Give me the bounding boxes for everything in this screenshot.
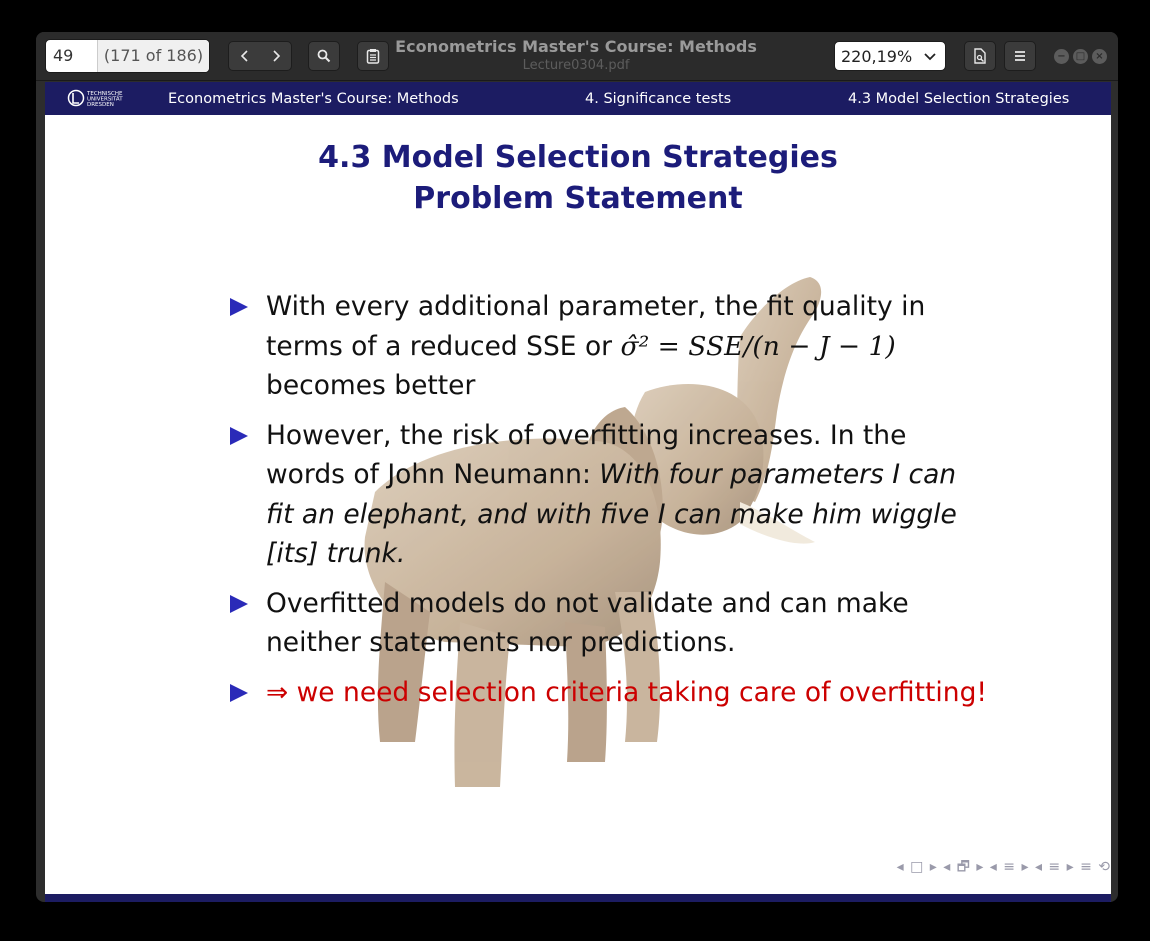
window-title: Econometrics Master's Course: Methods Le… <box>366 36 786 74</box>
minimize-icon: − <box>1057 51 1066 62</box>
header-bar: 49 (171 of 186) Econometrics Master's Co… <box>36 32 1118 81</box>
maximize-button[interactable]: □ <box>1073 49 1088 64</box>
bullet-1-text-b: becomes better <box>266 370 476 401</box>
search-icon <box>317 49 331 63</box>
slide-title-line1: 4.3 Model Selection Strategies <box>318 140 838 175</box>
minimize-button[interactable]: − <box>1054 49 1069 64</box>
slide-header: TECHNISCHE UNIVERSITÄT DRESDEN Econometr… <box>45 82 1111 115</box>
bullet-3-text: Overfitted models do not validate and ca… <box>266 587 909 659</box>
page-number-input[interactable]: 49 <box>46 40 98 72</box>
next-slide-edge <box>45 894 1111 902</box>
slide-header-course: Econometrics Master's Course: Methods <box>168 91 459 107</box>
slide-title: 4.3 Model Selection Strategies Problem S… <box>45 137 1111 219</box>
list-item: However, the risk of overfitting increas… <box>230 416 990 574</box>
document-filename: Lecture0304.pdf <box>522 58 630 73</box>
chevron-right-icon <box>272 50 280 62</box>
bullet-1-formula: σ̂² = SSE/(n − J − 1) <box>620 330 896 362</box>
pdf-viewer-window: 49 (171 of 186) Econometrics Master's Co… <box>36 32 1118 902</box>
maximize-icon: □ <box>1075 51 1086 62</box>
tu-dresden-logo: TECHNISCHE UNIVERSITÄT DRESDEN <box>67 89 123 108</box>
page-nav-group <box>228 41 292 71</box>
document-title: Econometrics Master's Course: Methods <box>395 37 757 56</box>
bullet-arrow-icon <box>230 426 248 445</box>
bullet-arrow-icon <box>230 683 248 702</box>
close-icon: × <box>1095 51 1104 62</box>
close-button[interactable]: × <box>1092 49 1107 64</box>
beamer-navigation-symbols[interactable]: ◂ □ ▸ ◂ 🗗 ▸ ◂ ≡ ▸ ◂ ≡ ▸ ≡ ⟲ <box>897 856 1111 880</box>
zoom-value: 220,19% <box>841 46 913 66</box>
bullet-arrow-icon <box>230 298 248 316</box>
list-item: Overfitted models do not validate and ca… <box>230 584 990 663</box>
hamburger-menu-icon <box>1015 51 1025 61</box>
list-item: With every additional parameter, the fit… <box>230 287 990 406</box>
next-page-button[interactable] <box>260 42 291 70</box>
document-search-icon <box>974 48 986 64</box>
bullet-arrow-icon <box>230 594 248 613</box>
slide-title-line2: Problem Statement <box>413 181 743 216</box>
list-item: ⇒ we need selection criteria taking care… <box>230 673 990 713</box>
slide-header-subsection: 4.3 Model Selection Strategies <box>848 91 1070 107</box>
document-page: TECHNISCHE UNIVERSITÄT DRESDEN Econometr… <box>45 82 1111 902</box>
zoom-dropdown[interactable]: 220,19% <box>834 41 946 71</box>
previous-page-button[interactable] <box>229 42 260 70</box>
bullet-list: With every additional parameter, the fit… <box>230 287 990 722</box>
menu-button[interactable] <box>1004 41 1036 71</box>
properties-button[interactable] <box>964 41 996 71</box>
chevron-down-icon <box>924 53 936 61</box>
bullet-4-text: ⇒ we need selection criteria taking care… <box>266 676 988 708</box>
search-button[interactable] <box>308 41 340 71</box>
svg-text:DRESDEN: DRESDEN <box>87 102 114 108</box>
slide-header-section: 4. Significance tests <box>585 91 732 107</box>
chevron-left-icon <box>240 50 248 62</box>
page-number-field[interactable]: 49 (171 of 186) <box>45 39 210 73</box>
page-count-label: (171 of 186) <box>98 40 209 72</box>
